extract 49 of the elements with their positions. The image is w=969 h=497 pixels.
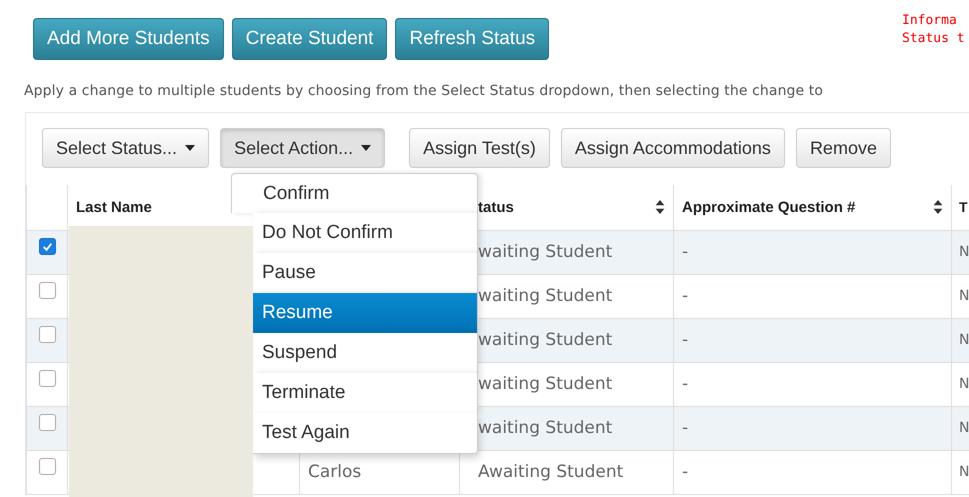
- checkbox[interactable]: [38, 414, 56, 432]
- notice-text: Informa: [902, 12, 958, 30]
- checkbox[interactable]: [38, 458, 56, 476]
- menu-item[interactable]: Test Again: [253, 413, 478, 454]
- checkbox[interactable]: [38, 238, 56, 256]
- column-header[interactable]: Last Name: [76, 198, 152, 216]
- table-cell: waiting Student: [478, 374, 612, 394]
- sort-icon[interactable]: [655, 200, 665, 214]
- table-cell: waiting Student: [478, 330, 612, 350]
- menu-item[interactable]: Suspend: [253, 333, 478, 373]
- caret-icon: [185, 145, 196, 151]
- menu-item[interactable]: Resume: [253, 293, 478, 333]
- column-header[interactable]: tatus: [478, 198, 514, 216]
- sort-icon[interactable]: [933, 200, 943, 214]
- checkbox[interactable]: [38, 326, 56, 344]
- table-cell: -: [682, 374, 688, 394]
- table-cell: -: [682, 462, 688, 482]
- table-cell: N: [959, 244, 969, 260]
- table-cell: N: [959, 332, 969, 348]
- table-cell: Awaiting Student: [478, 462, 624, 482]
- menu-item[interactable]: Pause: [253, 253, 478, 293]
- table-cell: Carlos: [308, 462, 362, 482]
- table-cell: -: [682, 330, 688, 350]
- table-cell: N: [959, 288, 969, 304]
- header-button[interactable]: Refresh Status: [395, 18, 550, 60]
- column-header[interactable]: T: [959, 199, 968, 216]
- checkbox[interactable]: [38, 370, 56, 388]
- table-cell: N: [959, 376, 969, 392]
- table-cell: -: [682, 242, 688, 262]
- table-cell: N: [959, 420, 969, 436]
- table-cell: waiting Student: [478, 418, 612, 438]
- checkbox[interactable]: [38, 282, 56, 300]
- dropdown-button[interactable]: Select Action...: [220, 128, 386, 168]
- header-button[interactable]: Create Student: [232, 18, 388, 60]
- notice-text: Status t: [902, 30, 966, 48]
- menu-item[interactable]: Confirm: [231, 173, 478, 213]
- table-cell: N: [959, 464, 969, 480]
- instruction-text: Apply a change to multiple students by choosing from the Select Status dropdown, then selecting the change to: [24, 82, 824, 100]
- dropdown-button[interactable]: Select Status...: [42, 128, 210, 168]
- toolbar-button[interactable]: Assign Accommodations: [560, 128, 785, 168]
- table-cell: waiting Student: [478, 286, 612, 306]
- table-cell: -: [682, 286, 688, 306]
- menu-item[interactable]: Terminate: [253, 373, 478, 413]
- menu-item[interactable]: Do Not Confirm: [253, 213, 478, 253]
- toolbar-button[interactable]: Assign Test(s): [409, 128, 550, 168]
- toolbar-button[interactable]: Remove: [796, 128, 891, 168]
- table-cell: waiting Student: [478, 242, 612, 262]
- table-cell: -: [682, 418, 688, 438]
- caret-icon: [361, 145, 372, 151]
